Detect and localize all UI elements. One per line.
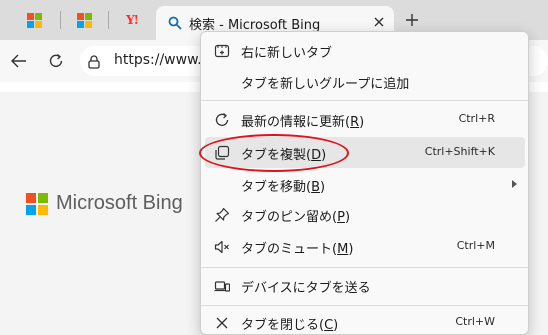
menu-item-duplicate-tab[interactable]: タブを複製(D) Ctrl+Shift+K — [205, 137, 525, 168]
refresh-icon — [213, 111, 231, 129]
menu-label: 右に新しいタブ — [241, 46, 333, 61]
send-device-icon — [213, 277, 231, 295]
menu-item-refresh[interactable]: 最新の情報に更新(R) Ctrl+R — [205, 104, 525, 135]
pin-icon — [213, 206, 231, 224]
menu-item-add-to-group[interactable]: タブを新しいグループに追加 — [205, 66, 525, 97]
refresh-button[interactable] — [44, 49, 68, 73]
brand-text: Microsoft Bing — [56, 192, 183, 214]
menu-label: タブを複製(D) — [241, 148, 327, 163]
back-button[interactable] — [7, 49, 31, 73]
menu-shortcut: Ctrl+M — [456, 239, 495, 252]
menu-label: タブを新しいグループに追加 — [241, 77, 410, 92]
menu-item-new-tab-right[interactable]: 右に新しいタブ — [205, 35, 525, 66]
url-text: https://www.b — [114, 52, 211, 68]
menu-separator — [201, 100, 528, 101]
tab-separator — [60, 11, 61, 29]
bing-logo[interactable]: Microsoft Bing — [26, 192, 183, 215]
menu-item-move-tab[interactable]: タブを移動(B) — [205, 169, 525, 200]
tab-microsoft-1[interactable] — [22, 8, 46, 32]
menu-label: デバイスにタブを送る — [241, 281, 371, 296]
close-icon — [374, 17, 384, 27]
refresh-icon — [49, 53, 63, 67]
tab-yahoo[interactable]: Y! — [120, 8, 144, 32]
tab-microsoft-2[interactable] — [72, 8, 96, 32]
close-icon — [213, 314, 231, 332]
menu-item-pin-tab[interactable]: タブのピン留め(P) — [205, 199, 525, 230]
menu-shortcut: Ctrl+Shift+K — [424, 145, 495, 158]
menu-label: タブを閉じる(C) — [241, 318, 339, 333]
microsoft-logo-icon — [26, 192, 48, 215]
mute-icon — [213, 238, 231, 256]
menu-item-send-to-device[interactable]: デバイスにタブを送る — [205, 270, 525, 301]
menu-separator — [201, 267, 528, 268]
new-tab-right-icon — [213, 42, 231, 60]
menu-separator — [201, 305, 528, 306]
yahoo-favicon-icon: Y! — [126, 13, 139, 27]
tab-separator — [108, 11, 109, 29]
microsoft-favicon-icon — [76, 12, 92, 28]
menu-label: タブを移動(B) — [241, 180, 326, 195]
submenu-arrow-icon — [512, 180, 517, 188]
menu-item-close-tab[interactable]: タブを閉じる(C) Ctrl+W — [205, 307, 525, 335]
menu-label: 最新の情報に更新(R) — [241, 115, 365, 130]
tab-close-button[interactable] — [369, 12, 389, 32]
lock-icon — [88, 54, 100, 73]
new-tab-button[interactable] — [401, 9, 423, 31]
back-arrow-icon — [11, 54, 26, 68]
menu-item-mute-tab[interactable]: タブのミュート(M) Ctrl+M — [205, 231, 525, 262]
menu-label: タブのミュート(M) — [241, 242, 354, 257]
plus-icon — [406, 14, 418, 26]
microsoft-favicon-icon — [26, 12, 42, 28]
menu-shortcut: Ctrl+W — [455, 315, 495, 328]
menu-shortcut: Ctrl+R — [458, 112, 495, 125]
duplicate-icon — [213, 144, 231, 162]
tab-context-menu: 右に新しいタブ タブを新しいグループに追加 最新の情報に更新(R) Ctrl+R… — [200, 31, 529, 335]
search-icon — [168, 15, 182, 34]
menu-label: タブのピン留め(P) — [241, 210, 351, 225]
